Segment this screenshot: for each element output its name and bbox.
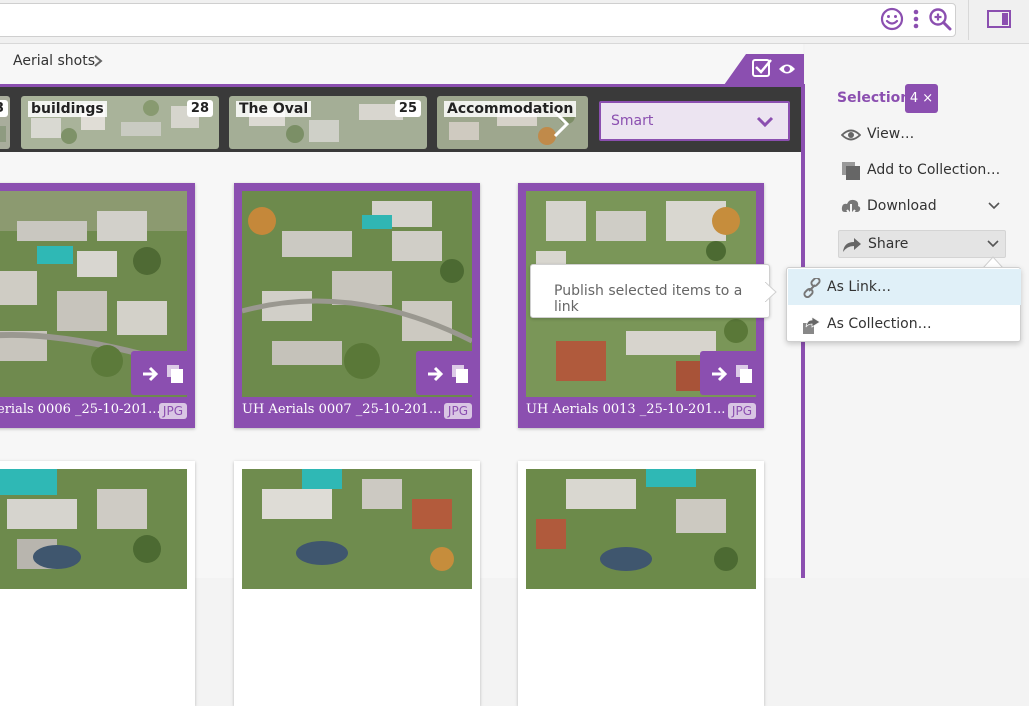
chevron-down-icon — [756, 116, 774, 128]
share-arrow-icon — [843, 238, 861, 252]
asset-card[interactable] — [234, 461, 480, 706]
menu-item-as-collection[interactable]: As Collection… — [788, 306, 1021, 342]
chevron-down-icon — [987, 240, 999, 248]
share-collection-icon — [803, 316, 821, 334]
asset-thumbnail[interactable] — [0, 469, 187, 589]
asset-caption: erials 0006 _25-10-201... — [0, 402, 161, 417]
share-menu: As Link… As Collection… — [786, 267, 1021, 342]
chevron-right-icon[interactable] — [552, 110, 570, 138]
open-icon — [143, 365, 183, 383]
collection-count: 25 — [394, 100, 421, 117]
tooltip-arrow — [765, 282, 777, 302]
menu-item-as-link[interactable]: As Link… — [788, 269, 1021, 305]
panel-toggle-icon — [987, 10, 1011, 28]
panel-toggle-button[interactable] — [968, 0, 1029, 40]
collection-label: The Oval — [236, 101, 312, 117]
link-icon — [803, 278, 821, 298]
asset-card[interactable]: UH Aerials 0007 _25-10-201... JPG — [234, 183, 480, 428]
menu-item-label: As Collection… — [827, 316, 932, 332]
selection-label: Selection — [837, 90, 911, 106]
search-input[interactable] — [0, 3, 956, 37]
sort-select[interactable]: Smart — [599, 101, 790, 141]
file-type-badge: JPG — [443, 403, 472, 419]
sidebar-item-share[interactable]: Share — [838, 230, 1006, 258]
sidebar-item-download[interactable]: Download — [838, 193, 1006, 221]
asset-actions-button[interactable] — [416, 351, 480, 395]
cloud-download-icon — [841, 199, 861, 217]
file-type-badge: JPG — [158, 403, 187, 419]
asset-card[interactable]: erials 0006 _25-10-201... JPG — [0, 183, 195, 428]
open-icon — [428, 365, 468, 383]
sidebar-item-label: Share — [868, 236, 909, 252]
sidebar-item-view[interactable]: View… — [838, 121, 1006, 149]
collection-chip[interactable]: buildings 28 — [21, 96, 219, 149]
asset-card[interactable] — [0, 461, 195, 706]
zoom-in-icon[interactable] — [928, 7, 952, 31]
selection-mode-tab[interactable] — [724, 54, 804, 85]
menu-item-label: As Link… — [827, 279, 891, 295]
asset-thumbnail[interactable] — [242, 469, 472, 589]
file-type-badge: JPG — [727, 403, 756, 419]
collection-chip[interactable]: 3 — [0, 96, 10, 149]
asset-caption: UH Aerials 0007 _25-10-201... — [242, 402, 442, 417]
open-icon — [712, 365, 752, 383]
asset-actions-button[interactable] — [131, 351, 195, 395]
asset-caption: UH Aerials 0013 _25-10-201... — [526, 402, 726, 417]
chevron-down-icon — [988, 202, 1000, 210]
asset-thumbnail[interactable] — [526, 469, 756, 589]
share-tooltip: Publish selected items to a link — [530, 264, 770, 318]
asset-card[interactable] — [518, 461, 764, 706]
collection-chip[interactable]: The Oval 25 — [229, 96, 427, 149]
collection-label: buildings — [28, 101, 107, 117]
breadcrumb[interactable]: Aerial shots — [13, 53, 95, 69]
chevron-right-icon — [94, 55, 103, 67]
sort-select-value: Smart — [611, 113, 654, 129]
tooltip-text: Publish selected items to a link — [554, 283, 743, 315]
sidebar-item-label: View… — [867, 126, 915, 142]
eye-icon — [841, 129, 861, 141]
sidebar-item-label: Download — [867, 198, 937, 214]
sidebar-item-add-to-collection[interactable]: Add to Collection… — [838, 157, 1006, 185]
sidebar-item-label: Add to Collection… — [867, 162, 1001, 178]
collection-count: 28 — [186, 100, 213, 117]
collection-icon — [842, 162, 860, 180]
collections-bar: 3 buildings 28 The Oval 25 Accommodation — [0, 84, 803, 152]
asset-actions-button[interactable] — [700, 351, 764, 395]
selection-count-badge[interactable]: 4 × — [905, 84, 938, 113]
top-toolbar — [0, 0, 1029, 44]
more-vertical-icon[interactable] — [906, 7, 926, 31]
collection-count: 3 — [0, 100, 8, 117]
smiley-icon[interactable] — [880, 7, 904, 31]
